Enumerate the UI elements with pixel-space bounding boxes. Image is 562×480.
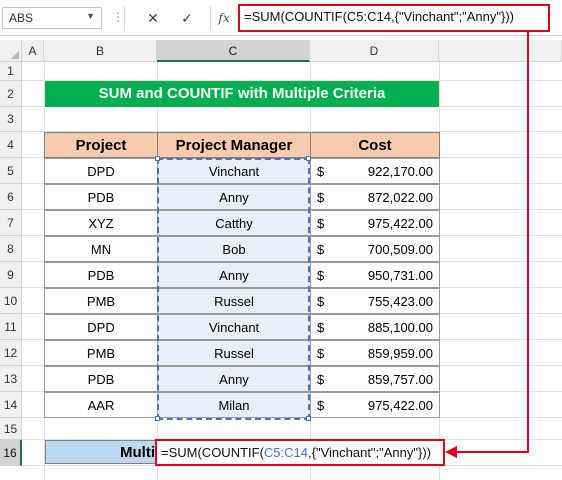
selection-handle[interactable] xyxy=(306,156,311,161)
column-header-e[interactable] xyxy=(439,40,562,62)
cell-cost[interactable]: $885,100.00 xyxy=(310,314,440,340)
row-header[interactable]: 12 xyxy=(0,340,22,366)
currency-symbol: $ xyxy=(317,372,325,387)
cell-edit-formula[interactable]: =SUM(COUNTIF(C5:C14,{"Vinchant";"Anny"})… xyxy=(155,439,445,466)
cost-value: 859,757.00 xyxy=(367,372,433,387)
cell-cost[interactable]: $950,731.00 xyxy=(310,262,440,288)
selection-range xyxy=(157,158,310,420)
currency-symbol: $ xyxy=(317,294,325,309)
divider xyxy=(210,6,211,30)
row-header[interactable]: 7 xyxy=(0,210,22,236)
connector-line xyxy=(527,32,529,452)
cell-project[interactable]: DPD xyxy=(44,314,158,340)
column-header-d[interactable]: D xyxy=(310,40,439,62)
insert-function-icon[interactable]: fx xyxy=(213,7,235,29)
result-label: Multi xyxy=(45,440,158,464)
currency-symbol: $ xyxy=(317,164,325,179)
cell-project[interactable]: DPD xyxy=(44,158,158,184)
header-project: Project xyxy=(44,132,158,158)
column-header-c[interactable]: C xyxy=(157,40,310,62)
cell-cost[interactable]: $975,422.00 xyxy=(310,210,440,236)
selection-handle[interactable] xyxy=(155,156,160,161)
row-header[interactable]: 9 xyxy=(0,262,22,288)
formula-text-end: ,{"Vinchant";"Anny"})) xyxy=(308,445,432,460)
header-cost: Cost xyxy=(310,132,440,158)
cost-value: 872,022.00 xyxy=(367,190,433,205)
cell-project[interactable]: AAR xyxy=(44,392,158,418)
cell-project[interactable]: XYZ xyxy=(44,210,158,236)
row-header[interactable]: 5 xyxy=(0,158,22,184)
page-title: SUM and COUNTIF with Multiple Criteria xyxy=(45,81,439,107)
cell-cost[interactable]: $975,422.00 xyxy=(310,392,440,418)
select-all-corner[interactable] xyxy=(0,40,22,62)
cell-cost[interactable]: $859,757.00 xyxy=(310,366,440,392)
currency-symbol: $ xyxy=(317,190,325,205)
header-project-manager: Project Manager xyxy=(157,132,311,158)
cell-cost[interactable]: $922,170.00 xyxy=(310,158,440,184)
cost-value: 700,509.00 xyxy=(367,242,433,257)
name-box[interactable]: ABS ▼ xyxy=(2,7,102,29)
row-header[interactable]: 1 xyxy=(0,62,22,81)
cell-project[interactable]: PMB xyxy=(44,288,158,314)
cell-project[interactable]: PDB xyxy=(44,184,158,210)
cost-value: 755,423.00 xyxy=(367,294,433,309)
enter-icon[interactable]: ✓ xyxy=(176,7,198,29)
currency-symbol: $ xyxy=(317,320,325,335)
cell-project[interactable]: MN xyxy=(44,236,158,262)
row-header[interactable]: 10 xyxy=(0,288,22,314)
row-header[interactable]: 11 xyxy=(0,314,22,340)
cost-value: 859,959.00 xyxy=(367,346,433,361)
row-header[interactable]: 4 xyxy=(0,132,22,158)
cell-cost[interactable]: $755,423.00 xyxy=(310,288,440,314)
more-options-icon: ⋮ xyxy=(112,10,124,24)
row-header[interactable]: 8 xyxy=(0,236,22,262)
cost-value: 975,422.00 xyxy=(367,216,433,231)
formula-input[interactable]: =SUM(COUNTIF(C5:C14,{"Vinchant";"Anny"})… xyxy=(244,9,514,24)
name-box-value: ABS xyxy=(9,11,34,25)
row-header[interactable]: 6 xyxy=(0,184,22,210)
currency-symbol: $ xyxy=(317,242,325,257)
row-header[interactable]: 13 xyxy=(0,366,22,392)
cell-project[interactable]: PDB xyxy=(44,366,158,392)
column-header-b[interactable]: B xyxy=(44,40,157,62)
selection-handle[interactable] xyxy=(155,416,160,421)
formula-range-ref: C5:C14 xyxy=(263,445,308,460)
currency-symbol: $ xyxy=(317,216,325,231)
cell-project[interactable]: PMB xyxy=(44,340,158,366)
row-header[interactable]: 14 xyxy=(0,392,22,418)
cost-value: 975,422.00 xyxy=(367,398,433,413)
cost-value: 885,100.00 xyxy=(367,320,433,335)
row-header[interactable]: 16 xyxy=(0,440,22,466)
cancel-icon[interactable]: ✕ xyxy=(142,7,164,29)
divider xyxy=(124,6,125,30)
cell-cost[interactable]: $872,022.00 xyxy=(310,184,440,210)
row-header[interactable]: 3 xyxy=(0,107,22,132)
row-header[interactable]: 2 xyxy=(0,81,22,107)
row-header[interactable]: 15 xyxy=(0,418,22,440)
cost-value: 922,170.00 xyxy=(367,164,433,179)
cell-cost[interactable]: $859,959.00 xyxy=(310,340,440,366)
selection-handle[interactable] xyxy=(306,416,311,421)
formula-text-start: =SUM(COUNTIF( xyxy=(161,445,264,460)
cost-value: 950,731.00 xyxy=(367,268,433,283)
currency-symbol: $ xyxy=(317,346,325,361)
cell-cost[interactable]: $700,509.00 xyxy=(310,236,440,262)
cell-project[interactable]: PDB xyxy=(44,262,158,288)
column-header-a[interactable]: A xyxy=(22,40,44,62)
currency-symbol: $ xyxy=(317,398,325,413)
chevron-down-icon[interactable]: ▼ xyxy=(86,11,95,21)
connector-line xyxy=(455,451,529,453)
currency-symbol: $ xyxy=(317,268,325,283)
arrow-left-icon xyxy=(445,446,457,458)
